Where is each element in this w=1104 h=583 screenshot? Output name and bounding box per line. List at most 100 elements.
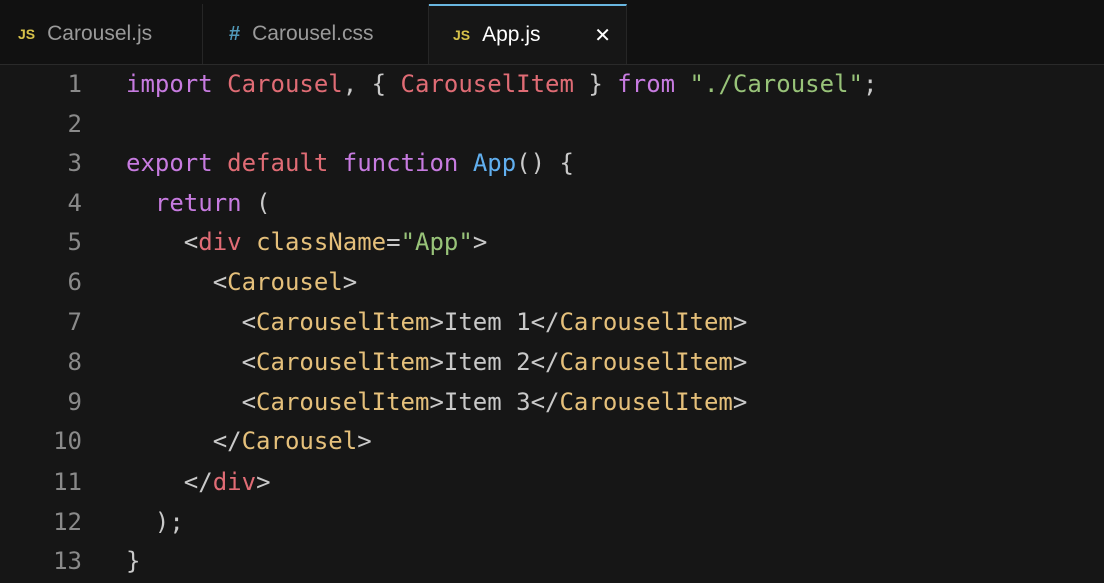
code-token: < — [126, 388, 257, 416]
code-token: import — [126, 70, 213, 98]
css-file-icon: # — [229, 22, 241, 45]
code-token: >Item 1</ — [429, 308, 560, 336]
code-token: } — [126, 547, 141, 575]
code-token: CarouselItem — [256, 348, 430, 376]
code-line: 8 <CarouselItem>Item 2</CarouselItem> — [0, 342, 1104, 382]
code-token: "./Carousel" — [689, 70, 863, 98]
code-line: 13 } — [0, 541, 1104, 581]
code-token: "App" — [400, 228, 473, 256]
code-line: 12 ); — [0, 502, 1104, 542]
code-token: >Item 2</ — [429, 348, 560, 376]
tab-app-js[interactable]: JS App.js ✕ — [429, 4, 627, 64]
code-text: </div> — [126, 462, 271, 502]
code-token: < — [126, 228, 199, 256]
code-text: </Carousel> — [126, 421, 372, 461]
code-token: > — [357, 427, 372, 455]
code-line: 7 <CarouselItem>Item 1</CarouselItem> — [0, 302, 1104, 342]
code-text: import Carousel, { CarouselItem } from "… — [126, 64, 877, 104]
code-token: CarouselItem — [400, 70, 574, 98]
code-token: > — [342, 268, 358, 296]
code-line: 1 import Carousel, { CarouselItem } from… — [0, 64, 1104, 104]
code-token: </ — [126, 468, 213, 496]
code-token: function — [342, 149, 459, 177]
line-number: 3 — [67, 149, 82, 177]
line-number: 11 — [53, 468, 82, 496]
code-token: div — [198, 228, 242, 256]
code-token: > — [732, 348, 748, 376]
code-text: <CarouselItem>Item 2</CarouselItem> — [126, 342, 748, 382]
tab-label: Carousel.css — [252, 22, 374, 45]
code-text: <div className="App"> — [126, 222, 487, 262]
line-number: 8 — [67, 348, 82, 376]
code-token: CarouselItem — [559, 388, 733, 416]
tab-bar: JS Carousel.js # Carousel.css JS App.js … — [0, 0, 1104, 65]
code-token: Carousel — [241, 427, 358, 455]
line-number: 1 — [67, 70, 82, 98]
code-editor: JS Carousel.js # Carousel.css JS App.js … — [0, 0, 1104, 583]
tab-carousel-css[interactable]: # Carousel.css — [203, 4, 429, 64]
code-token: () { — [516, 149, 574, 177]
code-token: ; — [862, 70, 878, 98]
code-token: CarouselItem — [256, 388, 430, 416]
code-token: > — [732, 308, 748, 336]
code-text: } — [126, 541, 140, 581]
line-number: 2 — [67, 110, 82, 138]
tab-label: App.js — [482, 23, 541, 46]
code-line: 9 <CarouselItem>Item 3</CarouselItem> — [0, 382, 1104, 422]
code-text: export default function App() { — [126, 143, 574, 183]
code-token: < — [126, 308, 257, 336]
line-number: 7 — [67, 308, 82, 336]
code-token: < — [126, 268, 228, 296]
line-number: 9 — [67, 388, 82, 416]
code-token: < — [126, 348, 257, 376]
code-token: CarouselItem — [559, 308, 733, 336]
code-token: ); — [126, 508, 184, 536]
line-number: 10 — [53, 427, 82, 455]
code-token: App — [472, 149, 517, 177]
code-text: ); — [126, 502, 184, 542]
code-line: 5 <div className="App"> — [0, 222, 1104, 262]
code-line: 10 </Carousel> — [0, 421, 1104, 461]
code-token: return — [154, 189, 242, 217]
line-number: 5 — [67, 228, 82, 256]
line-number: 6 — [67, 268, 82, 296]
code-token: } — [573, 70, 618, 98]
line-number: 12 — [53, 508, 82, 536]
code-token: className — [256, 228, 387, 256]
code-token: default — [227, 149, 329, 177]
code-line: 11 </div> — [0, 462, 1104, 502]
code-line: 3 export default function App() { — [0, 143, 1104, 183]
code-line: 4 return ( — [0, 183, 1104, 223]
code-token: >Item 3</ — [429, 388, 560, 416]
code-token: > — [256, 468, 271, 496]
code-token: export — [126, 149, 213, 177]
code-token: CarouselItem — [256, 308, 430, 336]
tab-carousel-js[interactable]: JS Carousel.js — [0, 4, 203, 64]
js-file-icon: JS — [453, 27, 471, 43]
code-token: > — [732, 388, 748, 416]
code-text: <Carousel> — [126, 262, 358, 302]
tab-label: Carousel.js — [47, 22, 153, 45]
js-file-icon: JS — [18, 26, 36, 42]
code-token: Carousel — [227, 70, 343, 98]
code-token: from — [617, 70, 676, 98]
code-token: Carousel — [227, 268, 343, 296]
code-line: 2 — [0, 104, 1104, 144]
close-icon[interactable]: ✕ — [594, 25, 611, 45]
code-token: , { — [342, 70, 401, 98]
line-number: 4 — [67, 189, 82, 217]
code-token: ( — [241, 189, 271, 217]
code-token: div — [212, 468, 257, 496]
code-token: = — [386, 228, 401, 256]
code-token: CarouselItem — [559, 348, 733, 376]
code-area[interactable]: 1 import Carousel, { CarouselItem } from… — [0, 64, 1104, 583]
code-text: <CarouselItem>Item 1</CarouselItem> — [126, 302, 748, 342]
code-text: return ( — [126, 183, 271, 223]
code-token: </ — [126, 427, 242, 455]
